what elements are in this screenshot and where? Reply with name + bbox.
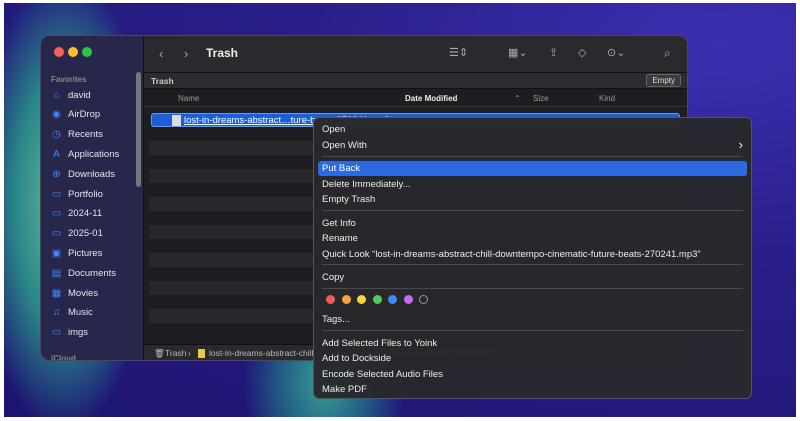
sidebar-item-2024-11[interactable]: ▭ 2024-11 (51, 205, 141, 223)
airdrop-icon: ◉ (52, 109, 61, 121)
submenu-chevron-icon: › (738, 137, 743, 152)
download-icon: ⊕ (52, 168, 61, 180)
chevron-right-icon: › (188, 348, 191, 358)
sidebar-item-music[interactable]: ♫ Music (51, 304, 141, 322)
context-menu: Open Open With Put Back Delete Immediately.… (313, 117, 752, 399)
sidebar-scrollbar[interactable] (136, 72, 141, 187)
menu-item-open-with[interactable]: Open With (318, 138, 747, 153)
menu-separator (322, 156, 743, 157)
close-button[interactable] (54, 47, 64, 57)
sidebar-item-david[interactable]: ⌂ david (51, 86, 141, 104)
audio-file-icon (172, 115, 181, 126)
location-title: Trash (151, 76, 174, 86)
tag-color-0[interactable] (326, 295, 335, 304)
sidebar-item-label: 2025-01 (68, 228, 103, 240)
sidebar-item-label: AirDrop (68, 109, 101, 121)
sidebar-item-recents[interactable]: ◷ Recents (51, 126, 141, 144)
sidebar-item-label: Recents (68, 129, 103, 141)
music-icon: ♫ (52, 307, 61, 319)
sidebar-item-label: Applications (68, 148, 120, 160)
folder-icon: ▭ (51, 327, 62, 339)
film-icon: ▦ (51, 287, 62, 299)
menu-item-tags[interactable]: Tags... (318, 312, 747, 327)
menu-separator (322, 264, 743, 265)
column-size[interactable]: Size (533, 94, 549, 103)
column-header: Name Date Modified ⌃ Size Kind (144, 89, 687, 107)
file-icon (198, 349, 205, 358)
menu-separator (322, 330, 743, 331)
tag-color-6[interactable] (419, 295, 428, 304)
sidebar-item-label: Portfolio (68, 188, 103, 200)
sidebar-item-documents[interactable]: ▤ Documents (51, 264, 141, 282)
column-date-modified[interactable]: Date Modified (405, 94, 457, 103)
menu-separator (322, 288, 743, 289)
favorites-header: Favorites (51, 75, 87, 84)
zoom-button[interactable] (82, 47, 92, 57)
tag-color-2[interactable] (357, 295, 366, 304)
location-bar: Trash Empty (144, 73, 687, 89)
sidebar-item-label: Downloads (68, 168, 115, 180)
sidebar-item-label: imgs (68, 327, 89, 339)
menu-item-add-to-yoink[interactable]: Add Selected Files to Yoink (318, 336, 747, 351)
path-trash[interactable]: Trash (165, 348, 186, 358)
photo-icon: ▣ (51, 247, 62, 259)
sidebar-item-label: Music (68, 307, 93, 319)
applications-icon: A (53, 148, 60, 160)
sidebar-item-pictures[interactable]: ▣ Pictures (51, 244, 141, 262)
sidebar-item-label: 2024-11 (68, 208, 103, 220)
column-name[interactable]: Name (178, 94, 199, 103)
sidebar-item-airdrop[interactable]: ◉ AirDrop (51, 106, 141, 124)
folder-icon: ▭ (51, 228, 62, 240)
sidebar-item-label: Movies (68, 287, 99, 299)
sort-ascending-icon: ⌃ (514, 94, 521, 103)
document-icon: ▤ (51, 267, 62, 279)
house-icon: ⌂ (53, 89, 60, 101)
folder-icon: ▭ (51, 208, 62, 220)
tag-color-4[interactable] (388, 295, 397, 304)
trash-icon: 🗑 (154, 348, 165, 358)
menu-item-encode-audio[interactable]: Encode Selected Audio Files (318, 367, 747, 382)
sidebar-item-imgs[interactable]: ▭ imgs (51, 324, 141, 342)
sidebar-item-label: david (68, 89, 91, 101)
sidebar-item-movies[interactable]: ▦ Movies (51, 284, 141, 302)
menu-item-copy[interactable]: Copy (318, 270, 747, 285)
tag-color-1[interactable] (341, 295, 351, 304)
menu-item-delete-immediately[interactable]: Delete Immediately... (318, 177, 747, 192)
share-icon[interactable]: ⇪ (549, 46, 558, 59)
minimize-button[interactable] (68, 47, 78, 57)
sidebar-item-label: Pictures (68, 247, 103, 259)
window-title: Trash (206, 46, 239, 60)
menu-separator (322, 210, 743, 211)
forward-icon[interactable]: › (184, 46, 188, 61)
list-view-icon[interactable]: ☰⇕ (449, 46, 468, 59)
back-icon[interactable]: ‹ (159, 46, 163, 61)
group-icon[interactable]: ▦⌄ (508, 46, 528, 59)
toolbar: ‹ › Trash ☰⇕ ▦⌄ ⇪ ◇ ⊙⌄ ⌕ (144, 36, 687, 73)
clock-icon: ◷ (52, 129, 61, 141)
column-kind[interactable]: Kind (599, 94, 615, 103)
tag-icon[interactable]: ◇ (578, 46, 586, 59)
menu-item-rename[interactable]: Rename (318, 231, 747, 246)
empty-trash-button[interactable]: Empty (646, 74, 681, 87)
sidebar-item-label: Documents (68, 267, 117, 279)
menu-item-empty-trash[interactable]: Empty Trash (318, 192, 747, 207)
menu-item-open[interactable]: Open (318, 122, 747, 137)
search-icon[interactable]: ⌕ (664, 46, 671, 61)
sidebar-item-portfolio[interactable]: ▭ Portfolio (51, 185, 141, 203)
tag-color-3[interactable] (372, 295, 382, 304)
tag-color-5[interactable] (403, 295, 413, 304)
icloud-header: iCloud (51, 354, 76, 361)
sidebar: Favorites ⌂ david ◉ AirDrop ◷ Recents A Applica… (41, 36, 144, 360)
folder-icon: ▭ (51, 188, 62, 200)
sidebar-item-applications[interactable]: A Applications (51, 145, 141, 163)
menu-item-quick-look[interactable]: Quick Look “lost-in-dreams-abstract-chil… (318, 247, 747, 262)
menu-item-put-back[interactable]: Put Back (318, 161, 747, 176)
menu-item-make-pdf[interactable]: Make PDF (318, 382, 747, 397)
sidebar-item-downloads[interactable]: ⊕ Downloads (51, 165, 141, 183)
menu-item-get-info[interactable]: Get Info (318, 216, 747, 231)
more-icon[interactable]: ⊙⌄ (607, 46, 625, 59)
menu-item-add-to-dockside[interactable]: Add to Dockside (318, 351, 747, 366)
sidebar-item-2025-01[interactable]: ▭ 2025-01 (51, 225, 141, 243)
